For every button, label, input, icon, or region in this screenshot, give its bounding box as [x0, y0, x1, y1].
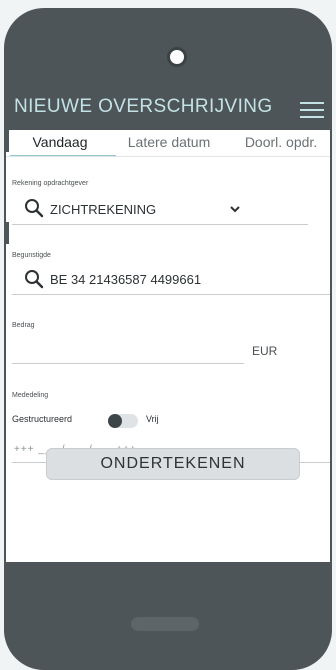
structured-toggle-label: Gestructureerd [12, 414, 73, 424]
tabs-divider [6, 156, 330, 157]
title-bar: NIEUWE OVERSCHRIJVING [6, 88, 330, 130]
message-label: Mededeling [12, 392, 49, 399]
sign-button[interactable]: ONDERTEKENEN [46, 448, 300, 480]
tab-latere-datum[interactable]: Latere datum [124, 134, 214, 150]
side-handle [4, 222, 9, 244]
app-screen: NIEUWE OVERSCHRIJVING Vandaag Latere dat… [6, 88, 330, 562]
amount-label: Bedrag [12, 322, 35, 329]
beneficiary-label: Begunstigde [12, 252, 51, 259]
page-title: NIEUWE OVERSCHRIJVING [14, 96, 273, 117]
search-icon[interactable] [24, 198, 44, 218]
chevron-down-icon[interactable] [230, 206, 240, 213]
side-handle [4, 130, 9, 152]
account-label: Rekening opdrachtgever [12, 180, 89, 187]
currency-label: EUR [252, 344, 278, 358]
tab-vandaag[interactable]: Vandaag [20, 134, 100, 150]
hamburger-menu-icon[interactable] [300, 102, 324, 118]
amount-input[interactable] [14, 344, 242, 362]
beneficiary-field-underline [12, 294, 330, 295]
amount-field-underline [12, 363, 244, 364]
toggle-knob [108, 414, 122, 428]
beneficiary-input[interactable]: BE 34 21436587 4499661 [50, 272, 201, 287]
home-indicator[interactable] [131, 617, 199, 631]
camera-icon [167, 47, 187, 67]
account-field-underline [12, 224, 308, 225]
search-icon[interactable] [24, 269, 44, 289]
date-tabs: Vandaag Latere datum Doorl. opdr. [6, 130, 330, 157]
tab-doorlopende-opdracht[interactable]: Doorl. opdr. [236, 134, 326, 150]
account-select-value[interactable]: ZICHTREKENING [50, 202, 156, 217]
message-type-toggle[interactable] [108, 414, 138, 428]
free-toggle-label: Vrij [146, 414, 159, 424]
